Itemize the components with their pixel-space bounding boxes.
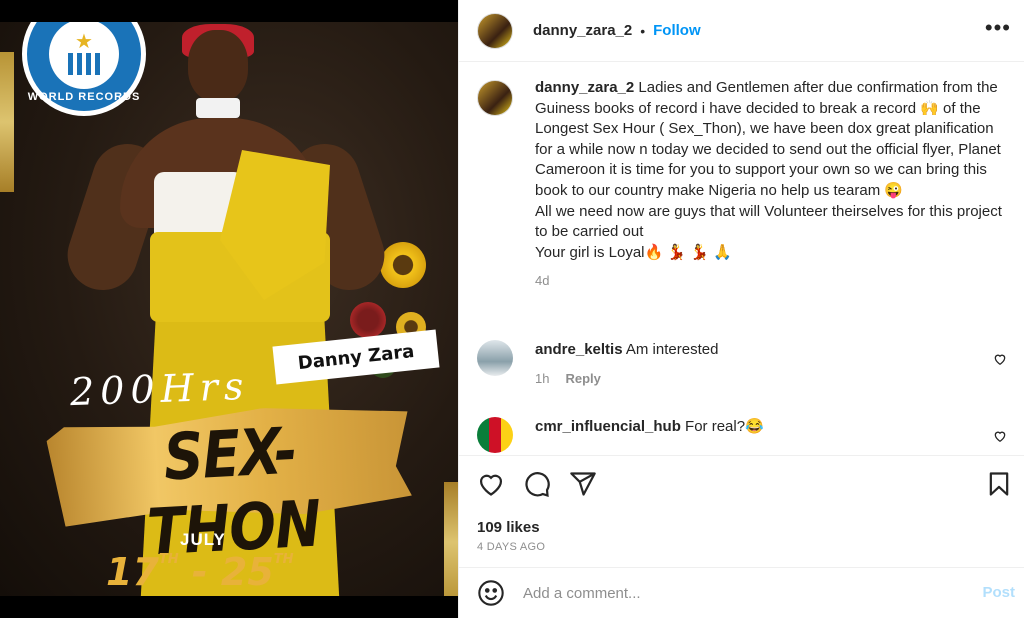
post-sidebar: danny_zara_2 • Follow ••• danny_zara_2 L… <box>458 0 1024 618</box>
flyer-hours: 200Hrs <box>69 363 251 415</box>
commenter-avatar[interactable] <box>477 417 513 453</box>
gold-streak-decoration <box>444 482 458 596</box>
share-send-icon[interactable] <box>569 470 597 498</box>
likes-count[interactable]: 109 likes <box>477 519 540 536</box>
caption-text-1: Ladies and Gentlemen after due confirmat… <box>535 79 1001 199</box>
post-age[interactable]: 4 DAYS AGO <box>477 541 545 553</box>
caption-body: danny_zara_2 Ladies and Gentlemen after … <box>535 78 1007 292</box>
comment-input[interactable] <box>523 584 943 602</box>
comment-time[interactable]: 1h <box>535 369 549 389</box>
caption-username[interactable]: danny_zara_2 <box>535 79 634 96</box>
comment-body: andre_keltis Am interested 1h Reply <box>535 340 718 389</box>
post-media[interactable]: ★ WORLD RECORDS Danny Zara 200Hrs SEX-TH… <box>0 0 458 618</box>
add-comment-bar: Post <box>459 567 1024 618</box>
like-heart-icon[interactable] <box>477 470 505 498</box>
comment-text: Am interested <box>625 341 719 358</box>
flyer-month: JULY <box>180 530 226 549</box>
comment-like-icon[interactable] <box>993 352 1007 366</box>
post-actions: 109 likes 4 DAYS AGO <box>459 455 1024 567</box>
comment-text: For real?😂 <box>685 418 764 435</box>
commenter-username[interactable]: cmr_influencial_hub <box>535 418 681 435</box>
bookmark-icon[interactable] <box>985 470 1013 498</box>
event-flyer: ★ WORLD RECORDS Danny Zara 200Hrs SEX-TH… <box>0 22 458 596</box>
comment-item: andre_keltis Am interested 1h Reply <box>477 340 1007 389</box>
caption-avatar[interactable] <box>477 80 513 116</box>
action-icons <box>477 470 597 498</box>
comment-item: cmr_influencial_hub For real?😂 <box>477 417 1007 453</box>
author-avatar[interactable] <box>477 12 513 49</box>
comment-body: cmr_influencial_hub For real?😂 <box>535 417 764 453</box>
caption-text-3: Your girl is Loyal🔥 💃 💃 🙏 <box>535 243 732 261</box>
date-start-suffix: TH <box>158 552 179 567</box>
flyer-dates: 17TH - 25TH <box>106 550 306 594</box>
follow-button[interactable]: Follow <box>653 22 701 39</box>
gold-streak-decoration <box>0 52 14 192</box>
commenter-avatar[interactable] <box>477 340 513 376</box>
more-options-icon[interactable]: ••• <box>985 17 1011 39</box>
comment-meta: 1h Reply <box>535 369 718 389</box>
date-end-suffix: TH <box>273 552 294 567</box>
header-separator: • <box>640 22 646 39</box>
post-comment-button[interactable]: Post <box>982 584 1015 601</box>
author-username[interactable]: danny_zara_2 <box>533 22 632 39</box>
reply-button[interactable]: Reply <box>565 369 600 389</box>
instagram-post-view: ★ WORLD RECORDS Danny Zara 200Hrs SEX-TH… <box>0 0 1024 618</box>
save-bookmark-container <box>985 470 1013 503</box>
emoji-smiley-icon[interactable] <box>477 579 505 607</box>
post-caption: danny_zara_2 Ladies and Gentlemen after … <box>477 78 1007 292</box>
commenter-username[interactable]: andre_keltis <box>535 341 623 358</box>
comment-like-icon[interactable] <box>993 429 1007 443</box>
date-end: 25 <box>220 550 274 594</box>
caption-timestamp[interactable]: 4d <box>535 271 1007 292</box>
comment-bubble-icon[interactable] <box>523 470 551 498</box>
date-separator: - <box>178 550 221 594</box>
caption-text-2: All we need now are guys that will Volun… <box>535 202 1002 241</box>
post-header: danny_zara_2 • Follow ••• <box>459 0 1024 62</box>
date-start: 17 <box>106 550 159 594</box>
